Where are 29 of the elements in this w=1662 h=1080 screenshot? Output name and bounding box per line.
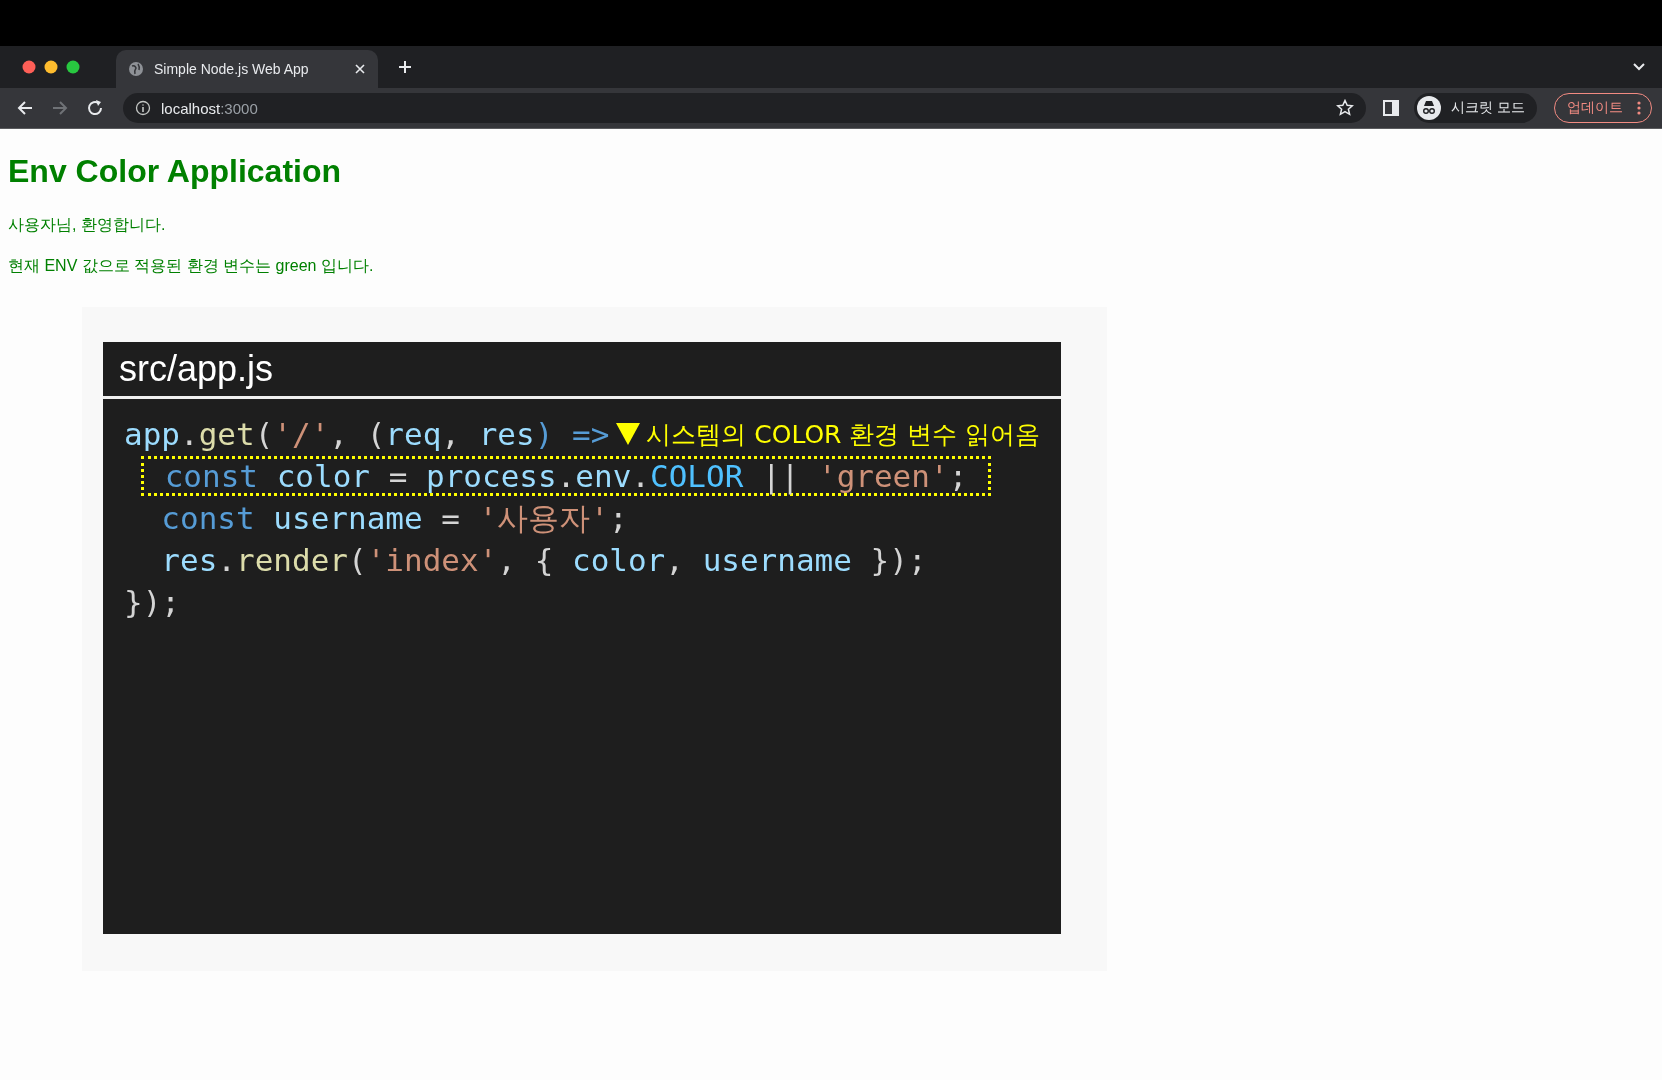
code-line: });	[123, 583, 181, 622]
new-tab-icon[interactable]	[398, 60, 412, 74]
side-panel-icon[interactable]	[1383, 100, 1400, 116]
update-button[interactable]: 업데이트	[1554, 93, 1652, 123]
triangle-down-icon	[616, 423, 641, 445]
info-icon	[135, 100, 151, 116]
page-title: Env Color Application	[8, 153, 343, 191]
forward-arrow-icon[interactable]	[51, 100, 69, 116]
file-name: src/app.js	[103, 342, 1061, 399]
close-icon[interactable]	[354, 63, 366, 75]
browser-tab[interactable]: Simple Node.js Web App	[116, 50, 378, 88]
code-line: app.get('/', (req, res) =>	[123, 415, 611, 454]
address-bar[interactable]: localhost:3000	[123, 93, 1367, 123]
maximize-window-icon[interactable]	[66, 60, 80, 74]
star-icon[interactable]	[1336, 99, 1355, 117]
incognito-icon	[1417, 96, 1442, 120]
env-message-text: 현재 ENV 값으로 적용된 환경 변수는 green 입니다.	[8, 256, 375, 276]
code-line: res.render('index', { color, username });	[160, 541, 928, 580]
back-arrow-icon[interactable]	[16, 100, 34, 116]
greeting-text: 사용자님, 환영합니다.	[8, 215, 167, 235]
code-line: const username = '사용자';	[160, 499, 629, 538]
minimize-window-icon[interactable]	[44, 60, 58, 74]
reload-icon[interactable]	[86, 99, 104, 117]
incognito-profile-button[interactable]: 시크릿 모드	[1414, 93, 1537, 123]
globe-icon	[128, 61, 144, 77]
more-icon	[1637, 101, 1641, 115]
chevron-down-icon[interactable]	[1632, 62, 1646, 72]
close-window-icon[interactable]	[22, 60, 36, 74]
annotation-text: 시스템의 COLOR 환경 변수 읽어옴	[646, 418, 1041, 451]
